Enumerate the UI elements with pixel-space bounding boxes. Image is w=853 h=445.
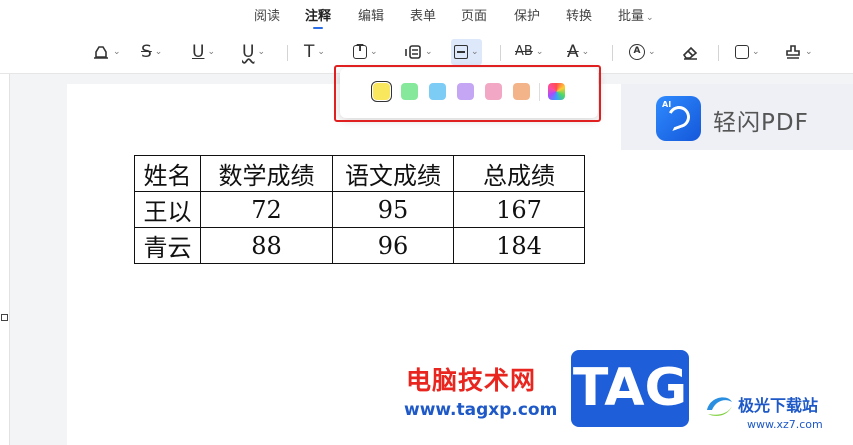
palette-divider <box>539 83 540 101</box>
chevron-down-icon: ⌄ <box>207 47 215 57</box>
table-header-cell: 语文成绩 <box>332 155 454 192</box>
wavy-underline-icon: U <box>242 42 255 62</box>
toolbar-divider <box>500 45 501 61</box>
color-swatch-green[interactable] <box>401 83 418 100</box>
chevron-down-icon: ⌄ <box>581 47 590 57</box>
color-swatch-blue[interactable] <box>429 83 446 100</box>
chevron-down-icon: ⌄ <box>805 47 813 57</box>
color-swatch-yellow[interactable] <box>371 81 392 102</box>
watermark-site-name: 电脑技术网 <box>406 366 537 395</box>
replace-text-icon: AB <box>515 44 533 59</box>
custom-color-picker-icon[interactable] <box>548 83 565 100</box>
table-header-cell: 姓名 <box>134 155 201 192</box>
chevron-down-icon: ⌄ <box>646 13 654 23</box>
table-cell: 96 <box>332 227 454 264</box>
xz-logo-icon <box>707 397 732 416</box>
textbox-icon: T <box>353 43 367 59</box>
table-cell: 184 <box>453 227 585 264</box>
app-logo-icon: AI <box>656 96 701 141</box>
highlighter-icon <box>94 46 108 59</box>
chevron-down-icon: ⌄ <box>370 47 378 57</box>
brand-card: AI 轻闪PDF <box>621 84 853 150</box>
note-color-palette <box>340 68 598 118</box>
menu-read[interactable]: 阅读 <box>254 5 280 24</box>
logo-ai-label: AI <box>662 100 672 109</box>
table-header-cell: 数学成绩 <box>200 155 333 192</box>
chevron-down-icon: ⌄ <box>425 47 433 57</box>
menu-form[interactable]: 表单 <box>410 5 436 24</box>
replace-text-tool[interactable]: AB ⌄ <box>515 39 543 65</box>
highlight-tool[interactable]: ⌄ <box>92 39 121 65</box>
text-icon: T <box>304 42 315 62</box>
chevron-down-icon: ⌄ <box>535 47 544 57</box>
menu-batch-label: 批量 <box>618 9 645 24</box>
chevron-down-icon: ⌄ <box>113 47 121 57</box>
table-row: 青云 88 96 184 <box>134 227 585 264</box>
toolbar-divider <box>718 45 719 61</box>
table-cell: 95 <box>332 191 454 228</box>
table-row: 王以 72 95 167 <box>134 191 585 228</box>
watermark-xz-name: 极光下载站 <box>738 396 819 415</box>
shape-tool[interactable]: ⌄ <box>735 39 760 65</box>
chevron-down-icon: ⌄ <box>648 47 656 57</box>
menu-annotate[interactable]: 注释 <box>305 5 331 29</box>
chevron-down-icon: ⌄ <box>471 47 479 57</box>
pen-icon: A <box>629 44 645 60</box>
note-tool[interactable]: ⌄ <box>451 39 482 65</box>
table-cell: 青云 <box>134 227 201 264</box>
color-swatch-pink[interactable] <box>485 83 502 100</box>
stamp-tool[interactable]: ⌄ <box>784 39 813 65</box>
stamp-icon <box>786 45 800 59</box>
pen-tool[interactable]: A ⌄ <box>629 39 656 65</box>
note-icon <box>454 45 468 59</box>
callout-tool[interactable]: ⌄ <box>404 39 433 65</box>
menu-protect[interactable]: 保护 <box>514 5 540 24</box>
chevron-down-icon: ⌄ <box>752 47 760 57</box>
table-cell: 王以 <box>134 191 201 228</box>
strikethrough-icon: S <box>141 42 152 62</box>
table-header-row: 姓名 数学成绩 语文成绩 总成绩 <box>134 155 585 192</box>
rectangle-icon <box>735 45 749 59</box>
toolbar-divider <box>287 45 288 61</box>
left-panel-gutter <box>0 74 10 445</box>
text-tool[interactable]: T ⌄ <box>304 39 325 65</box>
table-cell: 72 <box>200 191 333 228</box>
panel-resize-handle[interactable] <box>1 314 8 321</box>
table-cell: 88 <box>200 227 333 264</box>
watermark-xz-url: www.xz7.com <box>747 418 823 431</box>
chevron-down-icon: ⌄ <box>154 47 163 57</box>
underline-icon: U <box>192 42 205 62</box>
eraser-icon <box>682 46 698 60</box>
chevron-down-icon: ⌄ <box>317 47 325 57</box>
menu-page[interactable]: 页面 <box>461 5 487 24</box>
toolbar-divider <box>612 45 613 61</box>
top-menu-bar: 阅读 注释 编辑 表单 页面 保护 转换 批量 ⌄ <box>0 0 853 30</box>
strikethrough-tool[interactable]: S ⌄ <box>141 39 162 65</box>
color-swatch-purple[interactable] <box>457 83 474 100</box>
watermark-site-url: www.tagxp.com <box>404 400 558 420</box>
eraser-tool[interactable] <box>681 39 699 65</box>
chevron-down-icon: ⌄ <box>257 47 265 57</box>
table-cell: 167 <box>453 191 585 228</box>
menu-edit[interactable]: 编辑 <box>358 5 384 24</box>
textbox-tool[interactable]: T ⌄ <box>353 39 378 65</box>
menu-convert[interactable]: 转换 <box>566 5 592 24</box>
underline-tool[interactable]: U ⌄ <box>192 39 215 65</box>
wavy-underline-tool[interactable]: U ⌄ <box>242 39 265 65</box>
score-table: 姓名 数学成绩 语文成绩 总成绩 王以 72 95 167 青云 88 96 1… <box>134 155 585 264</box>
textbox-glyph: T <box>356 43 364 54</box>
insert-text-tool[interactable]: A ⌄ <box>567 39 589 65</box>
insert-text-icon: A <box>567 42 579 62</box>
table-header-cell: 总成绩 <box>453 155 585 192</box>
menu-batch[interactable]: 批量 ⌄ <box>618 5 654 24</box>
callout-icon <box>405 45 421 59</box>
brand-name: 轻闪PDF <box>713 110 809 136</box>
watermark-tag-logo: TAG <box>571 350 689 427</box>
color-swatch-orange[interactable] <box>513 83 530 100</box>
